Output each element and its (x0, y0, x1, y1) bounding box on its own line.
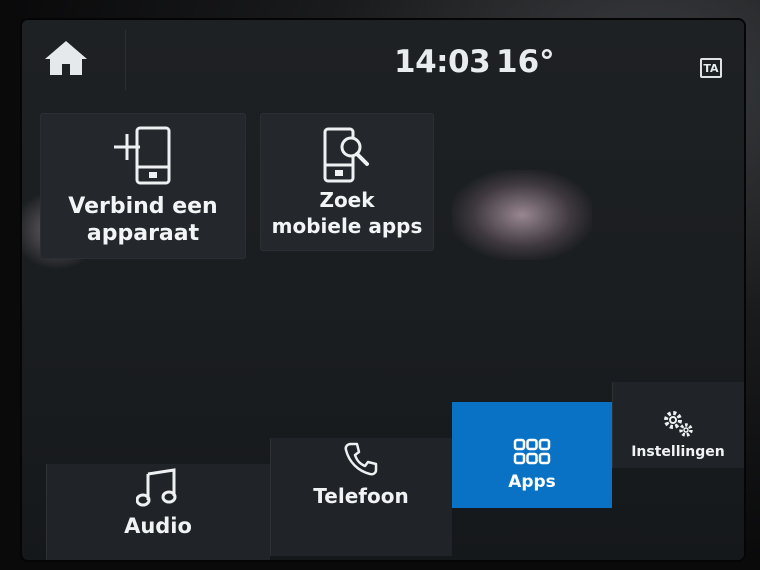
nav-audio-label: Audio (124, 514, 192, 538)
phone-search-icon (323, 127, 369, 183)
clock: 14:03 (394, 44, 491, 80)
divider (125, 30, 126, 90)
music-note-icon (136, 468, 177, 507)
add-phone-icon (114, 126, 171, 185)
gears-icon (664, 411, 693, 437)
outside-temperature: 16° (496, 44, 555, 80)
nav-phone[interactable]: Telefoon (270, 438, 452, 556)
search-apps-label: Zoek mobiele apps (271, 188, 423, 238)
nav-audio[interactable]: Audio (46, 464, 270, 560)
connect-device-tile[interactable]: Verbind een apparaat (40, 113, 246, 259)
bottom-navigation: Audio Telefoon Apps Instellingen (22, 370, 744, 560)
home-icon (45, 41, 87, 75)
grid-icon (513, 438, 551, 465)
connect-device-label: Verbind een apparaat (68, 194, 218, 246)
nav-phone-label: Telefoon (313, 484, 409, 508)
traffic-announcement-badge[interactable]: TA (700, 58, 722, 78)
nav-settings[interactable]: Instellingen (612, 382, 744, 468)
home-button[interactable] (38, 36, 94, 80)
search-apps-tile[interactable]: Zoek mobiele apps (260, 113, 434, 251)
sync-screen: 14:03 16° TA Verbind een apparaat Zoek m… (22, 20, 744, 560)
nav-apps[interactable]: Apps (452, 402, 612, 508)
nav-apps-label: Apps (508, 472, 556, 492)
phone-handset-icon (344, 442, 378, 476)
status-bar: 14:03 16° TA (22, 20, 744, 100)
nav-settings-label: Instellingen (631, 444, 725, 460)
screen-reflection (452, 170, 592, 260)
